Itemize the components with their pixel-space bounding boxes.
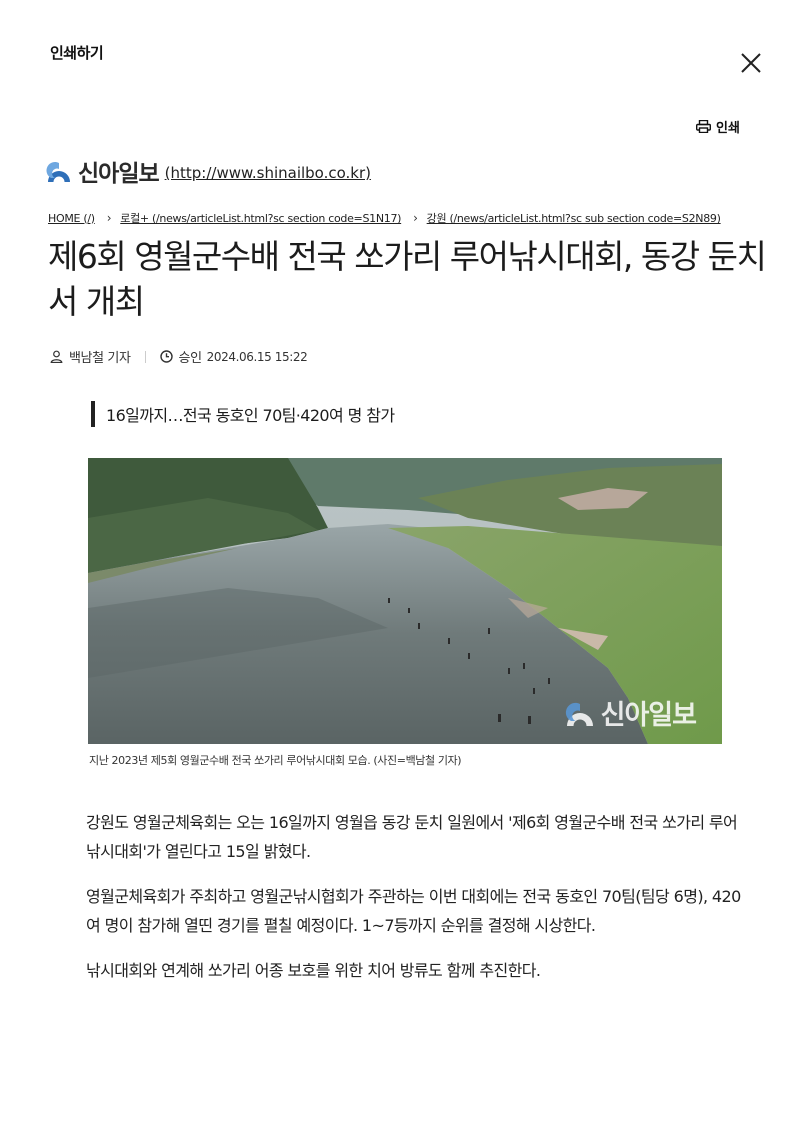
byline-divider <box>144 350 146 363</box>
article-paragraph: 강원도 영월군체육회는 오는 16일까지 영월읍 동강 둔치 일원에서 '제6회… <box>86 813 738 861</box>
logo-text: 신아일보 <box>78 161 160 187</box>
breadcrumb-local[interactable]: 로컬+ (/news/articleList.html?sc section c… <box>120 210 401 226</box>
reporter-name: 백남철 기자 <box>69 351 131 366</box>
site-url-link[interactable]: (http://www.shinailbo.co.kr) <box>165 164 371 182</box>
approved-label: 승인 <box>178 351 203 366</box>
article-paragraph: 영월군체육회가 주최하고 영월군낚시협회가 주관하는 이번 대회에는 전국 동호… <box>86 887 741 935</box>
close-icon <box>741 53 761 73</box>
article-subhead: 16일까지…전국 동호인 70팀·420여 명 참가 <box>91 401 395 427</box>
photo-caption: 지난 2023년 제5회 영월군수배 전국 쏘가리 루어낚시대회 모습. (사진… <box>89 754 462 767</box>
article-body: 강원도 영월군체육회는 오는 16일까지 영월읍 동강 둔치 일원에서 '제6회… <box>86 808 746 1001</box>
breadcrumb-gangwon[interactable]: 강원 (/news/articleList.html?sc sub sectio… <box>427 210 721 226</box>
article-photo: 신아일보 <box>88 458 722 744</box>
byline: 백남철 기자 승인 2024.06.15 15:22 <box>50 347 308 366</box>
breadcrumb-home[interactable]: HOME (/) <box>48 212 95 225</box>
publish-datetime: 2024.06.15 15:22 <box>206 349 308 364</box>
page-title: 인쇄하기 <box>50 44 104 62</box>
printer-icon <box>696 120 711 133</box>
masthead: 신아일보 (http://www.shinailbo.co.kr) <box>46 154 371 188</box>
logo-mark-icon <box>46 162 70 182</box>
article-paragraph: 낚시대회와 연계해 쏘가리 어종 보호를 위한 치어 방류도 함께 추진한다. <box>86 961 541 980</box>
article-title: 제6회 영월군수배 전국 쏘가리 루어낚시대회, 동강 둔치서 개최 <box>48 237 767 321</box>
person-icon <box>50 350 63 363</box>
photo-watermark: 신아일보 <box>565 693 697 732</box>
chevron-right-icon: › <box>413 211 418 225</box>
clock-icon <box>159 350 173 363</box>
logo-mark-icon <box>565 702 593 726</box>
breadcrumb: HOME (/) › 로컬+ (/news/articleList.html?s… <box>48 210 721 226</box>
print-label: 인쇄 <box>716 121 740 136</box>
chevron-right-icon: › <box>106 211 112 225</box>
print-button[interactable]: 인쇄 <box>696 117 740 136</box>
close-button[interactable] <box>738 50 764 76</box>
